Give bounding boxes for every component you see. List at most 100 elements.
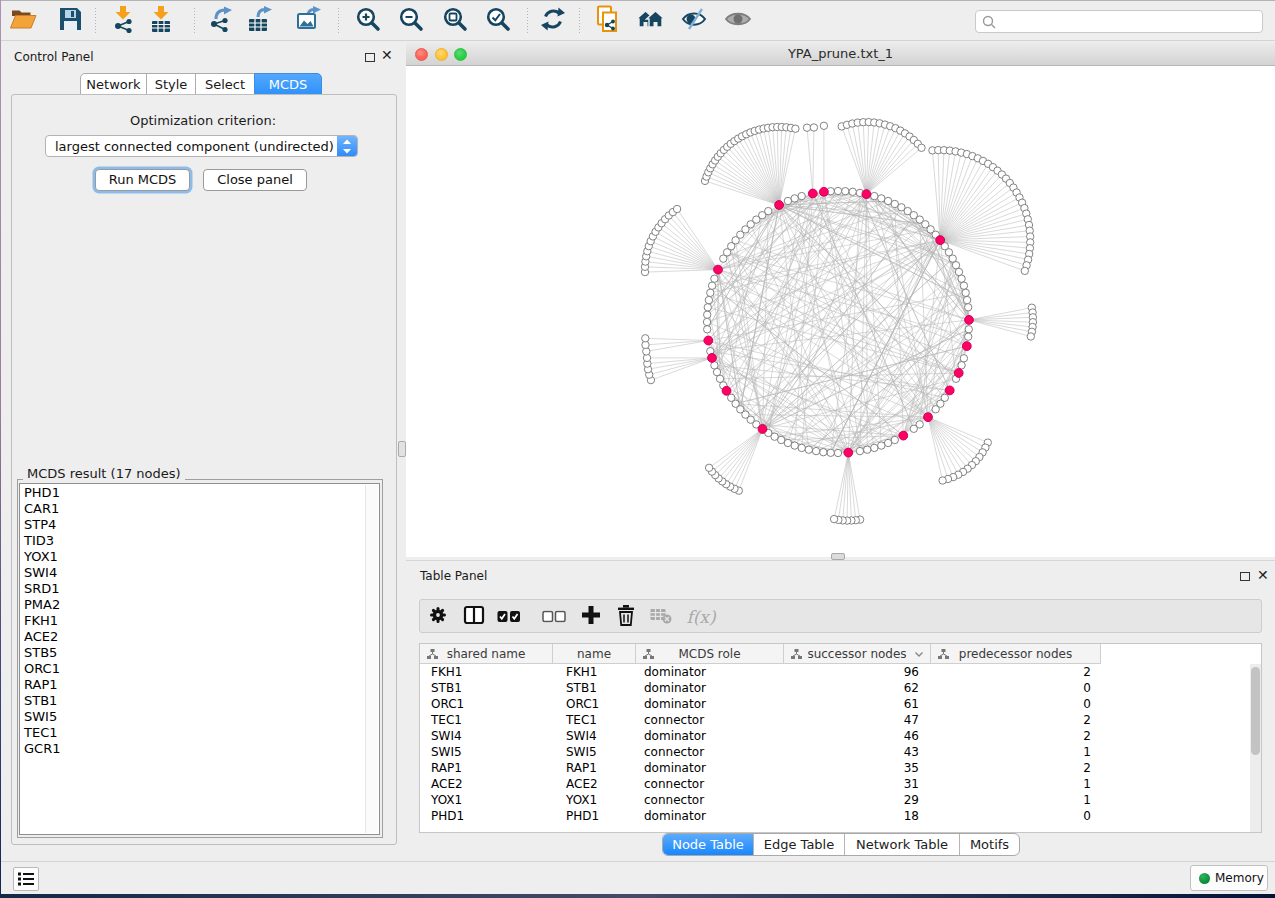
control-panel-close-icon[interactable]: ✕ xyxy=(381,47,393,63)
save-session-icon[interactable] xyxy=(56,6,84,36)
mcds-list-scrollbar[interactable] xyxy=(365,485,378,833)
column-header-successor-nodes[interactable]: successor nodes xyxy=(784,644,931,664)
cell-predecessor_nodes: 2 xyxy=(931,760,1091,776)
show-all-icon[interactable] xyxy=(724,9,752,33)
zoom-selected-icon[interactable] xyxy=(485,6,512,37)
mcds-result-item[interactable]: CAR1 xyxy=(20,501,365,517)
mcds-result-item[interactable]: STB1 xyxy=(20,693,365,709)
horizontal-splitter-grip[interactable] xyxy=(831,553,845,560)
tab-network[interactable]: Network xyxy=(80,73,147,95)
task-history-button[interactable] xyxy=(13,867,39,891)
optimization-criterion-select[interactable]: largest connected component (undirected) xyxy=(45,135,358,157)
function-builder-icon[interactable]: f(x) xyxy=(686,607,715,627)
run-mcds-button[interactable]: Run MCDS xyxy=(95,169,190,191)
cell-predecessor_nodes: 1 xyxy=(931,792,1091,808)
mcds-result-item[interactable]: PHD1 xyxy=(20,485,365,501)
tab-motifs[interactable]: Motifs xyxy=(959,834,1019,855)
mcds-result-item[interactable]: TID3 xyxy=(20,533,365,549)
column-header-MCDS-role[interactable]: MCDS role xyxy=(636,644,784,664)
table-row[interactable]: RAP1RAP1dominator352 xyxy=(420,760,1120,776)
cell-predecessor_nodes: 1 xyxy=(931,744,1091,760)
tab-mcds[interactable]: MCDS xyxy=(254,73,322,95)
node-table[interactable]: shared namenameMCDS rolesuccessor nodesp… xyxy=(419,643,1262,833)
mcds-result-item[interactable]: RAP1 xyxy=(20,677,365,693)
find-neighbors-icon[interactable] xyxy=(635,7,665,35)
cell-name: PHD1 xyxy=(566,808,636,824)
memory-button[interactable]: Memory xyxy=(1190,865,1268,891)
refresh-icon[interactable] xyxy=(539,6,567,37)
hide-selected-icon[interactable] xyxy=(680,5,708,37)
mcds-result-item[interactable]: TEC1 xyxy=(20,725,365,741)
vertical-splitter-grip[interactable] xyxy=(398,441,406,457)
mcds-result-item[interactable]: STB5 xyxy=(20,645,365,661)
table-toolbar: f(x) xyxy=(419,599,1262,633)
mcds-result-list[interactable]: PHD1CAR1STP4TID3YOX1SWI4SRD1PMA2FKH1ACE2… xyxy=(19,483,380,835)
table-row[interactable]: STB1STB1dominator620 xyxy=(420,680,1120,696)
zoom-out-icon[interactable] xyxy=(398,6,425,37)
mcds-result-item[interactable]: FKH1 xyxy=(20,613,365,629)
export-network-icon[interactable] xyxy=(207,5,235,37)
memory-status-icon xyxy=(1199,873,1210,884)
mcds-result-item[interactable]: SWI4 xyxy=(20,565,365,581)
export-table-icon[interactable] xyxy=(246,5,274,37)
close-panel-button[interactable]: Close panel xyxy=(203,169,307,191)
tab-edge-table[interactable]: Edge Table xyxy=(753,834,844,855)
open-session-icon[interactable] xyxy=(9,6,37,36)
cell-name: ORC1 xyxy=(566,696,636,712)
network-canvas[interactable] xyxy=(406,67,1275,557)
delete-column-icon[interactable] xyxy=(615,604,637,630)
mcds-result-item[interactable]: PMA2 xyxy=(20,597,365,613)
table-scrollbar-thumb[interactable] xyxy=(1251,667,1260,755)
mcds-result-item[interactable]: STP4 xyxy=(20,517,365,533)
cell-mcds_role: connector xyxy=(644,776,784,792)
table-row[interactable]: TEC1TEC1connector472 xyxy=(420,712,1120,728)
deselect-all-icon[interactable] xyxy=(542,608,566,627)
table-row[interactable]: SWI4SWI4dominator462 xyxy=(420,728,1120,744)
mcds-result-item[interactable]: SRD1 xyxy=(20,581,365,597)
tab-select[interactable]: Select xyxy=(195,73,255,95)
mcds-result-item[interactable]: ORC1 xyxy=(20,661,365,677)
table-scrollbar[interactable] xyxy=(1250,664,1261,832)
column-header-name[interactable]: name xyxy=(553,644,636,664)
toolbar-separator xyxy=(95,8,96,35)
tab-node-table[interactable]: Node Table xyxy=(663,834,753,855)
desktop-bottom-edge xyxy=(0,894,1275,898)
mcds-result-item[interactable]: YOX1 xyxy=(20,549,365,565)
cell-successor_nodes: 47 xyxy=(784,712,919,728)
network-window-titlebar[interactable]: YPA_prune.txt_1 xyxy=(406,42,1275,66)
table-row[interactable]: FKH1FKH1dominator962 xyxy=(420,664,1120,680)
table-panel-float-icon[interactable] xyxy=(1240,572,1250,581)
table-row[interactable]: ORC1ORC1dominator610 xyxy=(420,696,1120,712)
table-row[interactable]: YOX1YOX1connector291 xyxy=(420,792,1120,808)
network-window-title: YPA_prune.txt_1 xyxy=(406,46,1275,61)
column-header-shared-name[interactable]: shared name xyxy=(420,644,553,664)
cell-successor_nodes: 96 xyxy=(784,664,919,680)
import-table-icon[interactable] xyxy=(148,5,174,37)
mcds-result-item[interactable]: ACE2 xyxy=(20,629,365,645)
table-panel-close-icon[interactable]: ✕ xyxy=(1257,567,1269,583)
control-panel-tabs: NetworkStyleSelectMCDS xyxy=(80,73,322,95)
import-network-icon[interactable] xyxy=(110,5,136,37)
show-column-icon[interactable] xyxy=(463,605,485,629)
select-all-icon[interactable] xyxy=(497,608,521,627)
cell-successor_nodes: 46 xyxy=(784,728,919,744)
table-options-gear-icon[interactable] xyxy=(427,604,449,630)
cell-shared_name: ACE2 xyxy=(431,776,553,792)
share-document-icon[interactable] xyxy=(594,4,622,38)
tab-network-table[interactable]: Network Table xyxy=(844,834,959,855)
desktop-left-edge xyxy=(0,0,1,898)
table-row[interactable]: PHD1PHD1dominator180 xyxy=(420,808,1120,824)
mcds-result-item[interactable]: GCR1 xyxy=(20,741,365,757)
control-panel-float-icon[interactable] xyxy=(365,53,375,62)
table-row[interactable]: ACE2ACE2connector311 xyxy=(420,776,1120,792)
column-header-predecessor-nodes[interactable]: predecessor nodes xyxy=(931,644,1101,664)
delete-table-icon[interactable] xyxy=(650,606,673,628)
export-image-icon[interactable] xyxy=(295,5,323,37)
mcds-result-item[interactable]: SWI5 xyxy=(20,709,365,725)
tab-style[interactable]: Style xyxy=(146,73,196,95)
add-column-icon[interactable] xyxy=(581,605,601,629)
table-row[interactable]: SWI5SWI5connector431 xyxy=(420,744,1120,760)
search-input[interactable] xyxy=(975,10,1263,33)
zoom-fit-icon[interactable] xyxy=(442,6,469,37)
zoom-in-icon[interactable] xyxy=(355,6,382,37)
